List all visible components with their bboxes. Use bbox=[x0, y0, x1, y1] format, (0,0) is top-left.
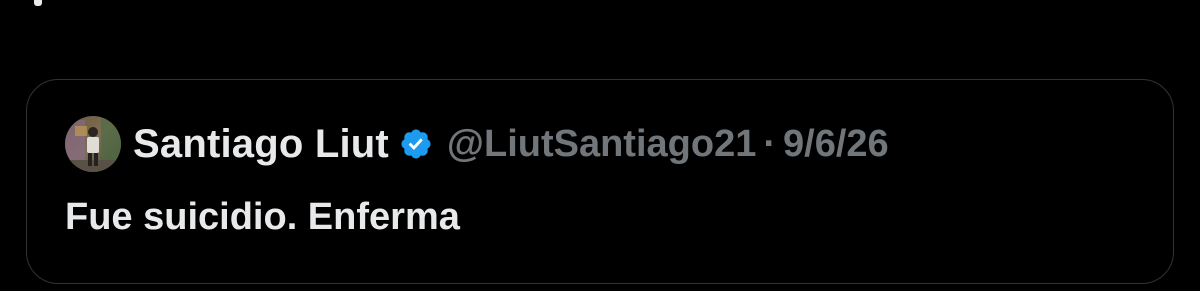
quoted-tweet-text: Fue suicidio. Enferma bbox=[65, 196, 460, 238]
avatar[interactable] bbox=[65, 116, 121, 172]
tweet-date[interactable]: 9/6/26 bbox=[783, 123, 889, 166]
quoted-tweet-card[interactable]: Santiago Liut @LiutSantiago21 · 9/6/26 F… bbox=[26, 79, 1174, 284]
separator-dot: · bbox=[763, 122, 776, 165]
author-handle[interactable]: @LiutSantiago21 bbox=[447, 123, 756, 166]
author-display-name[interactable]: Santiago Liut bbox=[133, 122, 389, 167]
top-edge-fragment bbox=[34, 0, 42, 6]
verified-badge-icon[interactable] bbox=[399, 127, 433, 161]
quoted-tweet-header: Santiago Liut @LiutSantiago21 · 9/6/26 bbox=[65, 115, 889, 173]
avatar-photo bbox=[65, 116, 121, 172]
